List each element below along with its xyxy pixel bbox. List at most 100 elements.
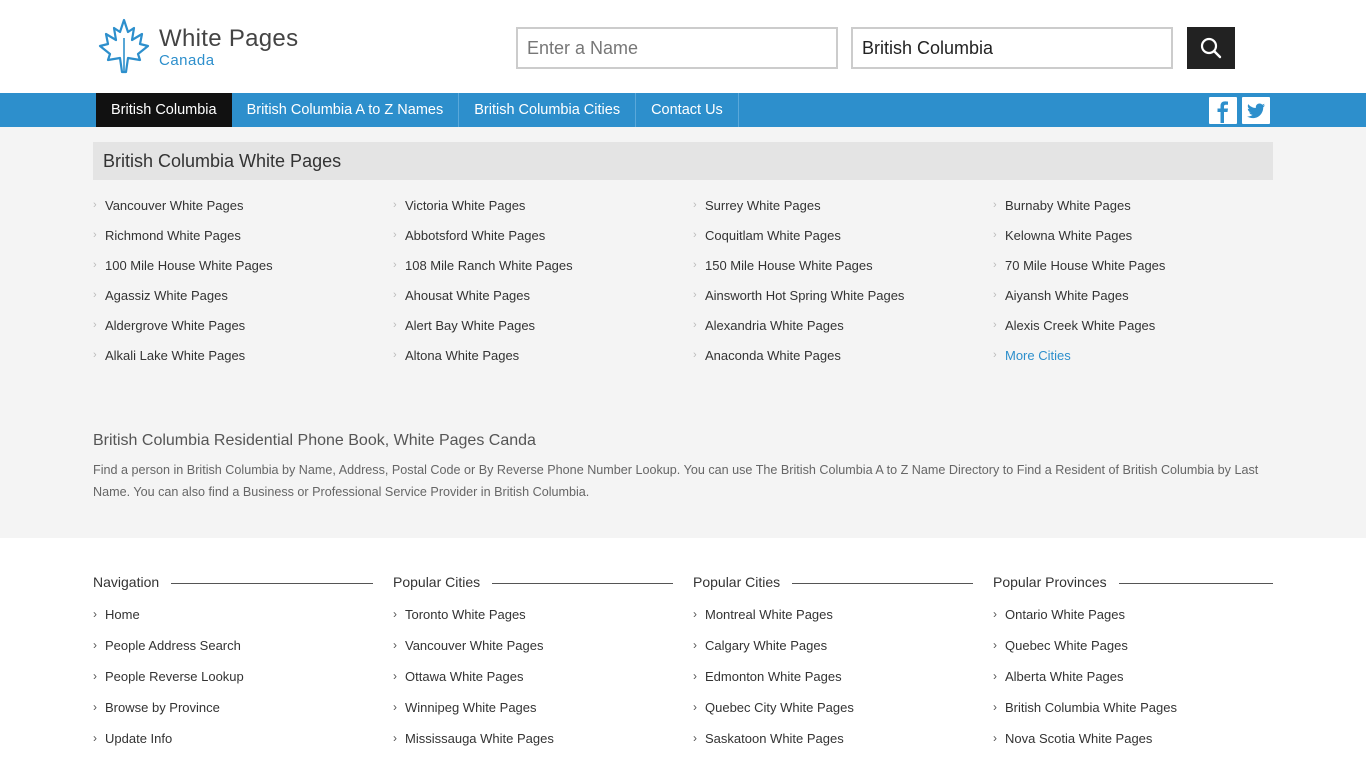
footer-link[interactable]: › Mississauga White Pages	[393, 731, 554, 746]
city-link[interactable]: › Anaconda White Pages	[693, 348, 841, 363]
chevron-right-icon: ›	[393, 199, 397, 211]
chevron-right-icon: ›	[993, 229, 997, 241]
nav-item-british-columbia[interactable]: British Columbia	[96, 93, 232, 127]
city-link[interactable]: › Burnaby White Pages	[993, 198, 1131, 213]
footer-link[interactable]: › Ottawa White Pages	[393, 669, 524, 684]
footer-link-label: People Address Search	[105, 638, 241, 653]
chevron-right-icon: ›	[993, 731, 997, 745]
footer-link[interactable]: › Montreal White Pages	[693, 607, 833, 622]
footer-heading: Popular Provinces	[993, 574, 1273, 594]
city-link[interactable]: › Ahousat White Pages	[393, 288, 530, 303]
footer-link[interactable]: › Calgary White Pages	[693, 638, 827, 653]
main-navbar: British Columbia British Columbia A to Z…	[0, 93, 1366, 127]
chevron-right-icon: ›	[693, 259, 697, 271]
facebook-icon[interactable]	[1209, 97, 1237, 124]
city-link[interactable]: › Surrey White Pages	[693, 198, 821, 213]
chevron-right-icon: ›	[693, 638, 697, 652]
footer-link-label: Ottawa White Pages	[405, 669, 524, 684]
chevron-right-icon: ›	[393, 669, 397, 683]
section-header: British Columbia White Pages	[93, 142, 1273, 180]
footer-link[interactable]: › Quebec City White Pages	[693, 700, 854, 715]
city-link-label: Altona White Pages	[405, 348, 520, 363]
city-link[interactable]: › Kelowna White Pages	[993, 228, 1132, 243]
footer-link[interactable]: › Quebec White Pages	[993, 638, 1128, 653]
nav-menu: British Columbia British Columbia A to Z…	[96, 93, 739, 127]
chevron-right-icon: ›	[93, 229, 97, 241]
footer-heading-label: Popular Provinces	[993, 574, 1119, 590]
chevron-right-icon: ›	[693, 349, 697, 361]
city-link[interactable]: › 108 Mile Ranch White Pages	[393, 258, 573, 273]
about-text: Find a person in British Columbia by Nam…	[93, 463, 1259, 499]
city-link[interactable]: › Altona White Pages	[393, 348, 519, 363]
chevron-right-icon: ›	[93, 638, 97, 652]
footer-column: Navigation › Home › People Address Search › Pe…	[93, 574, 373, 746]
city-link[interactable]: › Agassiz White Pages	[93, 288, 228, 303]
city-link-label: Kelowna White Pages	[1005, 228, 1133, 243]
twitter-icon[interactable]	[1242, 97, 1270, 124]
chevron-right-icon: ›	[693, 731, 697, 745]
city-link-label: Coquitlam White Pages	[705, 228, 841, 243]
city-link[interactable]: › Coquitlam White Pages	[693, 228, 841, 243]
chevron-right-icon: ›	[693, 607, 697, 621]
about-title: British Columbia Residential Phone Book,…	[93, 432, 536, 449]
search-icon	[1200, 37, 1222, 59]
footer-link-label: Alberta White Pages	[1005, 669, 1124, 684]
chevron-right-icon: ›	[993, 289, 997, 301]
footer-heading-label: Popular Cities	[693, 574, 793, 590]
chevron-right-icon: ›	[993, 199, 997, 211]
chevron-right-icon: ›	[393, 259, 397, 271]
city-link[interactable]: › 150 Mile House White Pages	[693, 258, 873, 273]
city-link-label: Alert Bay White Pages	[405, 318, 536, 333]
chevron-right-icon: ›	[993, 607, 997, 621]
footer-link[interactable]: › Home	[93, 607, 140, 622]
city-link[interactable]: › 70 Mile House White Pages	[993, 258, 1165, 273]
city-link[interactable]: › Aldergrove White Pages	[93, 318, 245, 333]
nav-item-contact-us[interactable]: Contact Us	[636, 93, 739, 127]
chevron-right-icon: ›	[993, 259, 997, 271]
chevron-right-icon: ›	[993, 319, 997, 331]
footer-link-label: Update Info	[105, 731, 173, 746]
footer-link[interactable]: › Saskatoon White Pages	[693, 731, 844, 746]
footer-link[interactable]: › People Address Search	[93, 638, 241, 653]
city-link[interactable]: › Richmond White Pages	[93, 228, 241, 243]
city-link[interactable]: › 100 Mile House White Pages	[93, 258, 273, 273]
city-link[interactable]: › Victoria White Pages	[393, 198, 525, 213]
city-link-label: Abbotsford White Pages	[405, 228, 546, 243]
city-link[interactable]: › Ainsworth Hot Spring White Pages	[693, 288, 904, 303]
chevron-right-icon: ›	[693, 669, 697, 683]
city-link[interactable]: › Aiyansh White Pages	[993, 288, 1129, 303]
nav-item-a-to-z-names[interactable]: British Columbia A to Z Names	[232, 93, 460, 127]
logo-subtitle: Canada	[159, 52, 215, 69]
footer-link[interactable]: › People Reverse Lookup	[93, 669, 244, 684]
footer-link[interactable]: › Alberta White Pages	[993, 669, 1124, 684]
search-button[interactable]	[1187, 27, 1235, 69]
chevron-right-icon: ›	[393, 319, 397, 331]
footer-link-label: Nova Scotia White Pages	[1005, 731, 1153, 746]
footer-link[interactable]: › Edmonton White Pages	[693, 669, 842, 684]
footer-link[interactable]: › Toronto White Pages	[393, 607, 526, 622]
city-link[interactable]: › Vancouver White Pages	[93, 198, 244, 213]
footer-link[interactable]: › Ontario White Pages	[993, 607, 1125, 622]
more-cities-link[interactable]: › More Cities	[993, 348, 1071, 363]
footer-link[interactable]: › Update Info	[93, 731, 172, 746]
city-link[interactable]: › Alert Bay White Pages	[393, 318, 535, 333]
footer-link[interactable]: › Vancouver White Pages	[393, 638, 544, 653]
footer-link-label: Quebec City White Pages	[705, 700, 854, 715]
location-search-input[interactable]	[851, 27, 1173, 69]
footer-link[interactable]: › Winnipeg White Pages	[393, 700, 537, 715]
name-search-input[interactable]	[516, 27, 838, 69]
footer-link-label: Home	[105, 607, 140, 622]
city-link[interactable]: › Abbotsford White Pages	[393, 228, 545, 243]
site-footer: Navigation › Home › People Address Search › Pe…	[0, 538, 1366, 768]
footer-link[interactable]: › Browse by Province	[93, 700, 220, 715]
city-link[interactable]: › Alexandria White Pages	[693, 318, 844, 333]
city-link[interactable]: › Alkali Lake White Pages	[93, 348, 245, 363]
nav-item-cities[interactable]: British Columbia Cities	[459, 93, 637, 127]
maple-leaf-icon	[98, 18, 150, 74]
footer-link-label: Saskatoon White Pages	[705, 731, 844, 746]
footer-link[interactable]: › British Columbia White Pages	[993, 700, 1177, 715]
city-link[interactable]: › Alexis Creek White Pages	[993, 318, 1155, 333]
site-logo[interactable]: White Pages Canada	[96, 18, 306, 76]
city-link-label: More Cities	[1005, 348, 1071, 363]
footer-link[interactable]: › Nova Scotia White Pages	[993, 731, 1152, 746]
